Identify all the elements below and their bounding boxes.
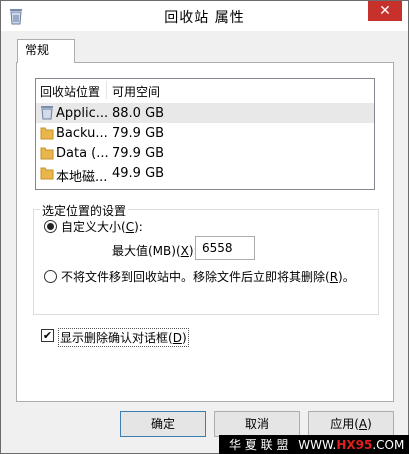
recycle-bin-icon [40,105,54,120]
close-button[interactable]: ✕ [368,1,402,21]
column-header-space[interactable]: 可用空间 [112,83,160,100]
title-bar[interactable]: 回收站 属性 ✕ [1,1,408,31]
settings-group-title: 选定位置的设置 [40,202,129,219]
location-list[interactable]: 回收站位置 可用空间 Applic... 88.0 GB Backu... 79… [35,78,375,190]
cancel-button[interactable]: 取消 [214,411,300,437]
location-name: 本地磁... [56,170,108,185]
max-size-input[interactable]: 6558 [195,236,255,260]
general-tab-panel: 回收站位置 可用空间 Applic... 88.0 GB Backu... 79… [16,62,394,402]
list-item[interactable]: 本地磁... 49.9 GB [36,163,374,185]
list-header: 回收站位置 可用空间 [36,79,374,101]
properties-window: 回收站 属性 ✕ 常规 回收站位置 可用空间 Applic... 88.0 GB [0,0,409,454]
apply-button[interactable]: 应用(A) [308,411,394,437]
location-space: 79.9 GB [112,146,165,161]
watermark-brand: 华 夏 联 盟 [229,438,289,452]
list-item[interactable]: Data (... 79.9 GB [36,143,374,163]
custom-size-radio[interactable] [44,220,57,233]
list-item[interactable]: Backu... 79.9 GB [36,123,374,143]
tab-general[interactable]: 常规 [17,39,75,63]
watermark-url: WWW.HX95.COM [298,438,405,452]
delete-immediately-label[interactable]: 不将文件移到回收站中。移除文件后立即将其删除(R)。 [61,268,355,285]
site-watermark: 华 夏 联 盟 WWW.HX95.COM [219,435,409,454]
confirm-delete-checkbox[interactable]: ✔ [41,329,54,342]
location-space: 88.0 GB [112,106,165,121]
location-name: Backu... [56,126,108,141]
custom-size-label[interactable]: 自定义大小(C): [61,218,143,235]
column-header-location[interactable]: 回收站位置 [40,83,100,100]
window-title: 回收站 属性 [164,10,245,26]
location-name: Applic... [56,106,109,121]
location-space: 79.9 GB [112,126,165,141]
folder-icon [40,145,54,160]
column-divider[interactable] [106,81,107,99]
delete-immediately-radio[interactable] [44,270,57,283]
max-size-label: 最大值(MB)(X): [112,244,198,258]
folder-icon [40,125,54,140]
confirm-delete-label[interactable]: 显示删除确认对话框(D) [58,328,189,347]
ok-button[interactable]: 确定 [120,411,206,437]
folder-icon [40,165,54,180]
location-name: Data (... [56,146,109,161]
list-item[interactable]: Applic... 88.0 GB [36,103,374,123]
location-settings-group: 选定位置的设置 自定义大小(C): 最大值(MB)(X): 6558 不将文件移… [33,202,379,315]
location-space: 49.9 GB [112,166,165,181]
